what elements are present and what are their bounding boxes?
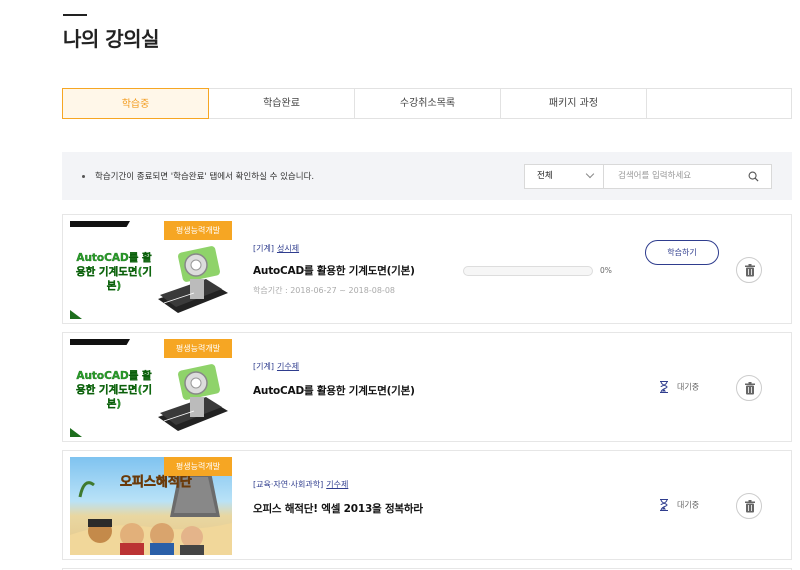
- tab-in-progress[interactable]: 학습중: [62, 88, 209, 119]
- thumb-corner: [70, 428, 82, 437]
- bullet-icon: [82, 175, 85, 178]
- waiting-status: 대기중: [659, 499, 699, 511]
- course-card: 평생능력개발 AutoCAD를 활용한 기계도면(기본) [기계] 기수제 Aut…: [62, 332, 792, 442]
- trash-icon: [745, 500, 755, 513]
- thumb-title: AutoCAD를 활용한 기계도면(기본): [75, 252, 153, 292]
- search-icon[interactable]: [748, 171, 759, 182]
- thumb-corner: [70, 310, 82, 319]
- course-card: 평생능력개발 AutoCAD를 활용한 기계도면(기본) [기계] 성시제 Aut…: [62, 214, 792, 324]
- tab-empty: [647, 89, 791, 118]
- waiting-label: 대기중: [677, 500, 700, 510]
- delete-button[interactable]: [736, 493, 762, 519]
- search-placeholder: 검색어를 입력하세요: [618, 171, 692, 181]
- drafting-device-icon: [158, 364, 228, 431]
- course-badge: 평생능력개발: [164, 221, 232, 240]
- course-badge: 평생능력개발: [164, 457, 232, 476]
- trash-icon: [745, 382, 755, 395]
- course-period: 학습기간 : 2018-06-27 ~ 2018-08-08: [253, 286, 395, 295]
- filter-select[interactable]: 전체: [524, 164, 604, 189]
- instructor-link[interactable]: 기수제: [277, 362, 299, 371]
- hourglass-icon: [660, 499, 668, 511]
- notice-box: 학습기간이 종료되면 '학습완료' 탭에서 확인하실 수 있습니다. 전체 검색…: [62, 152, 792, 200]
- category-label: [기계]: [253, 244, 274, 253]
- progress-bar: [463, 266, 593, 276]
- thumb-stripe: [70, 221, 130, 227]
- delete-button[interactable]: [736, 257, 762, 283]
- progress-label: 0%: [600, 266, 612, 275]
- category-label: [기계]: [253, 362, 274, 371]
- course-tabs: 학습중 학습완료 수강취소목록 패키지 과정: [62, 88, 792, 119]
- study-button[interactable]: 학습하기: [645, 240, 719, 265]
- tab-package[interactable]: 패키지 과정: [501, 89, 647, 118]
- course-badge: 평생능력개발: [164, 339, 232, 358]
- trash-icon: [745, 264, 755, 277]
- course-category: [기계] 성시제: [253, 243, 299, 254]
- course-thumbnail[interactable]: 평생능력개발 AutoCAD를 활용한 기계도면(기본): [70, 221, 232, 319]
- notice-message: 학습기간이 종료되면 '학습완료' 탭에서 확인하실 수 있습니다.: [95, 172, 315, 182]
- course-thumbnail[interactable]: 평생능력개발 AutoCAD를 활용한 기계도면(기본): [70, 339, 232, 437]
- category-label: [교육·자연·사회과학]: [253, 480, 324, 489]
- waiting-label: 대기중: [677, 382, 700, 392]
- course-title[interactable]: AutoCAD를 활용한 기계도면(기본): [253, 383, 415, 398]
- waiting-status: 대기중: [659, 381, 699, 393]
- title-accent-bar: [63, 14, 87, 16]
- delete-button[interactable]: [736, 375, 762, 401]
- course-card: 오피스해적단 평생능력개발 [교육·자연·사회과학] 기수제 오피스 해적단! 엑…: [62, 450, 792, 560]
- chevron-down-icon: [585, 169, 595, 179]
- tab-completed[interactable]: 학습완료: [209, 89, 355, 118]
- hourglass-icon: [660, 381, 668, 393]
- tab-cancelled[interactable]: 수강취소목록: [355, 89, 501, 118]
- page-title: 나의 강의실: [63, 27, 159, 51]
- instructor-link[interactable]: 성시제: [277, 244, 299, 253]
- course-thumbnail[interactable]: 오피스해적단 평생능력개발: [70, 457, 232, 555]
- thumb-title: AutoCAD를 활용한 기계도면(기본): [75, 370, 153, 410]
- drafting-device-icon: [158, 246, 228, 313]
- course-category: [교육·자연·사회과학] 기수제: [253, 479, 348, 490]
- search-input[interactable]: 검색어를 입력하세요: [604, 164, 772, 189]
- filter-selected-label: 전체: [537, 171, 553, 181]
- instructor-link[interactable]: 기수제: [326, 480, 348, 489]
- course-title[interactable]: 오피스 해적단! 엑셀 2013을 정복하라: [253, 501, 423, 516]
- course-category: [기계] 기수제: [253, 361, 299, 372]
- course-title[interactable]: AutoCAD를 활용한 기계도면(기본): [253, 263, 415, 278]
- notice-text: 학습기간이 종료되면 '학습완료' 탭에서 확인하실 수 있습니다.: [82, 170, 314, 182]
- thumb-stripe: [70, 339, 130, 345]
